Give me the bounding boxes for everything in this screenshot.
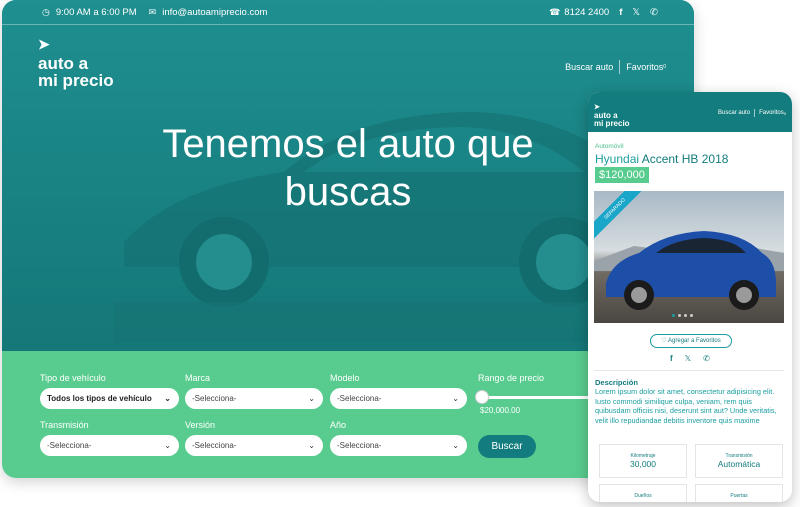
vehicle-model: Accent HB 2018	[641, 152, 729, 166]
chevron-down-icon: ⌄	[164, 394, 171, 403]
transmission-select[interactable]: -Selecciona- ⌄	[40, 435, 179, 456]
chevron-down-icon: ⌄	[452, 394, 459, 403]
clock-icon: ◷	[42, 7, 50, 17]
top-info-bar: ◷ 9:00 AM a 6:00 PM ✉ info@autoamiprecio…	[2, 0, 694, 25]
version-select[interactable]: -Selecciona- ⌄	[185, 435, 323, 456]
main-nav: Buscar auto Favoritos 0	[565, 60, 666, 74]
cursor-click-icon: ➤	[38, 36, 50, 52]
spec-label: Dueños	[634, 493, 652, 499]
brand-select[interactable]: -Selecciona- ⌄	[185, 388, 323, 409]
spec-doors: Puertas	[695, 484, 783, 502]
page: ◷ 9:00 AM a 6:00 PM ✉ info@autoamiprecio…	[0, 0, 800, 507]
logo-line-2: mi precio	[38, 71, 114, 90]
spec-mileage: Kilometraje 30,000	[599, 444, 687, 478]
year-value: -Selecciona-	[337, 441, 382, 450]
contact-phone[interactable]: 8124 2400	[564, 7, 609, 18]
version-value: -Selecciona-	[192, 441, 237, 450]
vehicle-type-label: Tipo de vehículo	[40, 373, 106, 383]
nav-divider	[754, 109, 756, 117]
twitter-icon[interactable]: 𝕏	[685, 354, 691, 363]
description-title: Descripción	[595, 378, 638, 387]
model-select[interactable]: -Selecciona- ⌄	[330, 388, 467, 409]
transmission-label: Transmisión	[40, 420, 89, 430]
brand-value: -Selecciona-	[192, 394, 237, 403]
mobile-nav-buscar-auto[interactable]: Buscar auto	[718, 110, 750, 116]
year-label: Año	[330, 420, 347, 430]
nav-favoritos[interactable]: Favoritos	[626, 62, 663, 72]
divider	[594, 370, 784, 371]
add-to-favorites-button[interactable]: ♡ Agregar a Favoritos	[650, 334, 732, 348]
facebook-icon[interactable]: f	[619, 7, 622, 18]
nav-buscar-auto[interactable]: Buscar auto	[565, 62, 613, 72]
price-range-handle[interactable]	[475, 390, 489, 404]
vehicle-price: $120,000	[595, 167, 649, 183]
transmission-value: -Selecciona-	[47, 441, 92, 450]
price-range-label: Rango de precio	[478, 373, 545, 383]
mail-icon: ✉	[148, 7, 157, 17]
carousel-dot[interactable]	[672, 314, 675, 317]
carousel-dot[interactable]	[678, 314, 681, 317]
spec-transmission: Transmisión Automática	[695, 444, 783, 478]
mobile-preview: ➤ auto a mi precio Buscar auto Favoritos…	[588, 92, 792, 502]
contact-email[interactable]: info@autoamiprecio.com	[162, 7, 267, 18]
car-illustration	[594, 231, 784, 310]
spec-owners: Dueños	[599, 484, 687, 502]
phone-icon: ☎	[549, 7, 561, 17]
price-range-value: $20,000.00	[480, 406, 521, 415]
year-select[interactable]: -Selecciona- ⌄	[330, 435, 467, 456]
heart-icon: ♡	[661, 338, 667, 344]
whatsapp-icon[interactable]: ✆	[703, 354, 710, 363]
vehicle-category: Automóvil	[595, 143, 624, 150]
chevron-down-icon: ⌄	[164, 441, 171, 450]
spec-value: 30,000	[630, 459, 656, 469]
business-hours: 9:00 AM a 6:00 PM	[55, 7, 137, 18]
share-icons: f 𝕏 ✆	[670, 354, 710, 363]
twitter-icon[interactable]: 𝕏	[632, 7, 640, 18]
description-text: Lorem ipsum dolor sit amet, consectetur …	[595, 387, 777, 425]
mobile-favorites-count: 0	[783, 110, 786, 116]
chevron-down-icon: ⌄	[308, 394, 315, 403]
spec-label: Puertas	[730, 493, 748, 499]
logo-line-1: auto a	[38, 54, 89, 73]
mobile-logo-line-2: mi precio	[594, 119, 630, 128]
carousel-dot[interactable]	[684, 314, 687, 317]
model-label: Modelo	[330, 373, 360, 383]
version-label: Versión	[185, 420, 216, 430]
photo-carousel-dots[interactable]	[672, 314, 693, 317]
chevron-down-icon: ⌄	[452, 441, 459, 450]
vehicle-type-select[interactable]: Todos los tipos de vehículo ⌄	[40, 388, 179, 409]
spec-grid: Kilometraje 30,000 Transmisión Automátic…	[595, 444, 785, 502]
model-value: -Selecciona-	[337, 394, 382, 403]
mobile-brand-logo[interactable]: ➤ auto a mi precio	[594, 104, 630, 128]
vehicle-photo[interactable]: SEPARADO	[594, 191, 784, 323]
favorites-count: 0	[663, 64, 666, 70]
chevron-down-icon: ⌄	[308, 441, 315, 450]
add-to-favorites-label: Agregar a Favoritos	[668, 338, 721, 344]
facebook-icon[interactable]: f	[670, 354, 673, 363]
nav-divider	[619, 60, 621, 74]
brand-logo[interactable]: ➤ auto a mi precio	[38, 36, 114, 89]
carousel-dot[interactable]	[690, 314, 693, 317]
search-button[interactable]: Buscar	[478, 435, 536, 458]
vehicle-title: Hyundai Accent HB 2018	[595, 152, 728, 166]
mobile-nav: Buscar auto Favoritos 0	[718, 109, 786, 117]
mobile-header: ➤ auto a mi precio Buscar auto Favoritos…	[588, 92, 792, 132]
spec-value: Automática	[717, 459, 761, 469]
whatsapp-icon[interactable]: ✆	[650, 7, 658, 18]
vehicle-brand: Hyundai	[595, 152, 640, 166]
brand-label: Marca	[185, 373, 211, 383]
vehicle-type-value: Todos los tipos de vehículo	[47, 394, 152, 403]
mobile-nav-favoritos[interactable]: Favoritos	[759, 110, 784, 116]
